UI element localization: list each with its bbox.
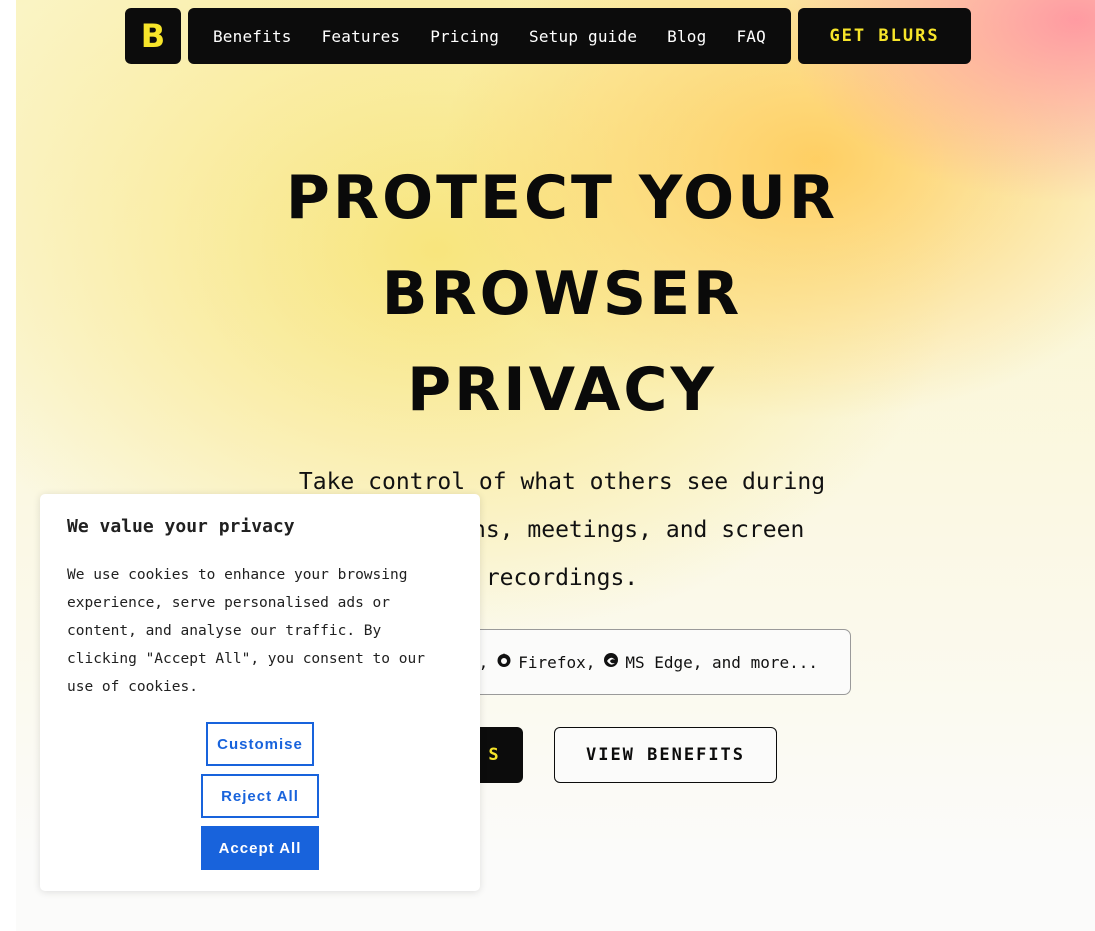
- hero-primary-cta-label: S: [488, 745, 501, 765]
- nav-link-benefits[interactable]: Benefits: [213, 27, 292, 46]
- cookie-consent-banner: We value your privacy We use cookies to …: [40, 494, 480, 891]
- view-benefits-button[interactable]: VIEW BENEFITS: [554, 727, 777, 783]
- main-nav: Benefits Features Pricing Setup guide Bl…: [188, 8, 791, 64]
- cookie-customise-button[interactable]: Customise: [206, 722, 314, 766]
- cookie-title: We value your privacy: [67, 516, 295, 537]
- nav-link-pricing[interactable]: Pricing: [430, 27, 499, 46]
- nav-link-blog[interactable]: Blog: [667, 27, 706, 46]
- browser-firefox-label: Firefox,: [518, 652, 596, 672]
- firefox-icon: [496, 652, 512, 672]
- cookie-button-group: Customise Reject All Accept All: [40, 722, 480, 878]
- cookie-accept-all-button[interactable]: Accept All: [201, 826, 319, 870]
- nav-link-features[interactable]: Features: [322, 27, 401, 46]
- browser-edge-label: MS Edge, and more...: [625, 652, 818, 672]
- edge-icon: [603, 652, 619, 672]
- get-blurs-button[interactable]: GET BLURS: [798, 8, 971, 64]
- nav-link-faq[interactable]: FAQ: [736, 27, 766, 46]
- browsers-text-leading: ,: [478, 652, 489, 672]
- hero-headline: PROTECT YOUR BROWSER PRIVACY: [285, 163, 839, 425]
- cookie-reject-all-button[interactable]: Reject All: [201, 774, 319, 818]
- logo-letter: B: [140, 17, 166, 55]
- nav-link-setup-guide[interactable]: Setup guide: [529, 27, 637, 46]
- cookie-body: We use cookies to enhance your browsing …: [67, 567, 425, 695]
- logo[interactable]: B: [125, 8, 181, 64]
